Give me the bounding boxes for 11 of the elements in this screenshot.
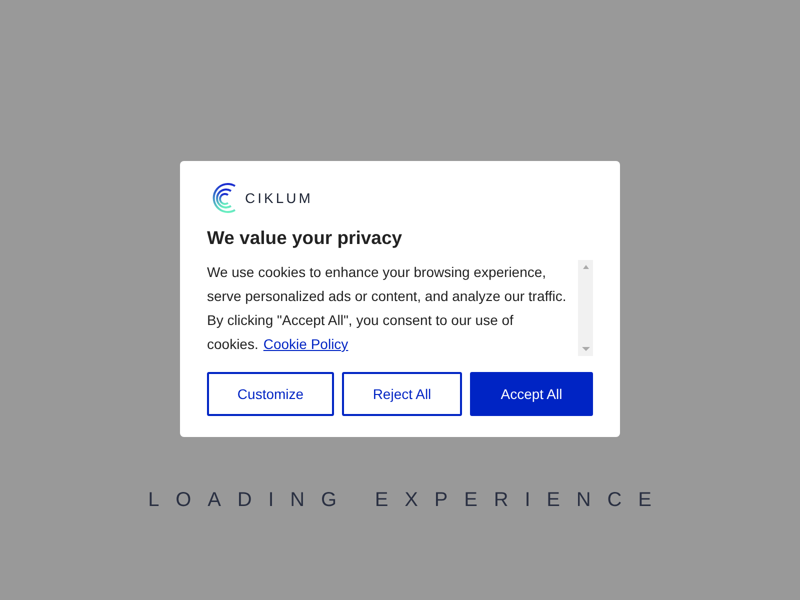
scroll-down-icon[interactable] xyxy=(582,347,590,351)
consent-text: We use cookies to enhance your browsing experience, serve personalized ads or content, and analyze our traffic. By clicking "Accept All", you consent to our use of cookies. Cookie Policy xyxy=(207,263,568,354)
cookie-policy-link[interactable]: Cookie Policy xyxy=(263,336,348,352)
accept-button[interactable]: Accept All xyxy=(470,372,593,416)
brand-name: CIKLUM xyxy=(245,190,313,206)
outline-button[interactable]: Reject All xyxy=(342,372,462,416)
dialog-title: We value your privacy xyxy=(207,226,404,250)
loading-text: LOADING EXPERIENCE xyxy=(148,489,668,512)
scrollbar[interactable] xyxy=(578,260,593,356)
scroll-up-icon[interactable] xyxy=(582,265,588,269)
outline-button[interactable]: Customize xyxy=(207,372,334,416)
